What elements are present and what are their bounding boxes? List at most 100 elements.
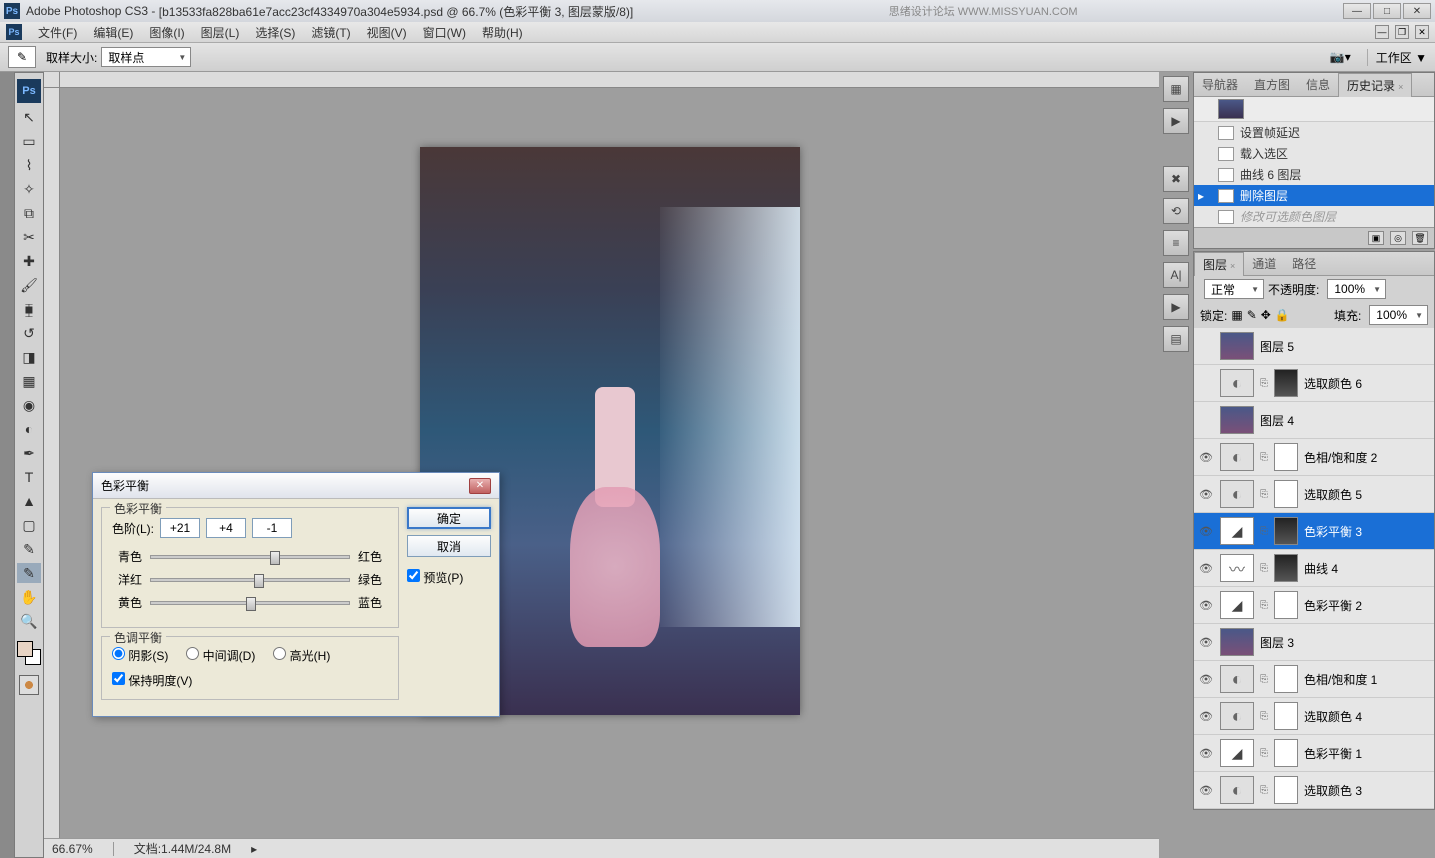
layer-thumb[interactable] (1220, 702, 1254, 730)
layer-name[interactable]: 色彩平衡 3 (1304, 523, 1362, 540)
layer-row[interactable]: 👁⎘曲线 4 (1194, 550, 1434, 587)
swatches-panel-icon[interactable]: ▶ (1163, 108, 1189, 134)
blur-tool[interactable]: ◉ (17, 395, 41, 415)
ok-button[interactable]: 确定 (407, 507, 491, 529)
layer-thumb[interactable] (1220, 591, 1254, 619)
layer-mask-thumb[interactable] (1274, 739, 1298, 767)
quick-mask-toggle[interactable] (19, 675, 39, 695)
tone-radio[interactable]: 中间调(D) (186, 647, 255, 664)
shape-tool[interactable]: ▢ (17, 515, 41, 535)
new-snapshot-icon[interactable]: ◎ (1390, 231, 1406, 245)
layer-name[interactable]: 选取颜色 5 (1304, 486, 1362, 503)
layer-thumb[interactable] (1220, 406, 1254, 434)
layer-row[interactable]: 👁⎘选取颜色 3 (1194, 772, 1434, 809)
layer-name[interactable]: 色彩平衡 1 (1304, 745, 1362, 762)
color-slider[interactable] (150, 578, 350, 582)
brushes-panel-icon[interactable]: ⟲ (1163, 198, 1189, 224)
menu-item[interactable]: 文件(F) (30, 22, 85, 43)
blend-mode-dropdown[interactable]: 正常 (1204, 279, 1264, 299)
zoom-tool[interactable]: 🔍 (17, 611, 41, 631)
visibility-toggle[interactable]: 👁 (1198, 782, 1214, 798)
layer-row[interactable]: 👁⎘选取颜色 4 (1194, 698, 1434, 735)
layer-thumb[interactable] (1220, 480, 1254, 508)
left-dock-strip[interactable] (0, 72, 14, 858)
visibility-toggle[interactable] (1198, 375, 1214, 391)
menu-item[interactable]: 滤镜(T) (303, 22, 358, 43)
history-state[interactable]: ▸删除图层 (1194, 185, 1434, 206)
layer-thumb[interactable] (1220, 369, 1254, 397)
actions-panel-icon[interactable]: ▶ (1163, 294, 1189, 320)
layer-thumb[interactable] (1220, 517, 1254, 545)
panel-tab[interactable]: 信息 (1298, 73, 1338, 96)
layer-mask-thumb[interactable] (1274, 369, 1298, 397)
preserve-luminosity-checkbox[interactable]: 保持明度(V) (112, 674, 192, 688)
tone-radio[interactable]: 阴影(S) (112, 647, 168, 664)
layer-mask-thumb[interactable] (1274, 702, 1298, 730)
visibility-toggle[interactable] (1198, 338, 1214, 354)
cancel-button[interactable]: 取消 (407, 535, 491, 557)
layer-row[interactable]: 👁⎘色相/饱和度 1 (1194, 661, 1434, 698)
visibility-toggle[interactable]: 👁 (1198, 486, 1214, 502)
layer-row[interactable]: 👁⎘色彩平衡 2 (1194, 587, 1434, 624)
history-state[interactable]: 设置帧延迟 (1194, 122, 1434, 143)
layer-row[interactable]: ⎘选取颜色 6 (1194, 365, 1434, 402)
menu-item[interactable]: 窗口(W) (415, 22, 474, 43)
stamp-tool[interactable]: ⧯ (17, 299, 41, 319)
character-panel-icon[interactable]: A| (1163, 262, 1189, 288)
new-doc-from-state-icon[interactable]: ▣ (1368, 231, 1384, 245)
marquee-tool[interactable]: ▭ (17, 131, 41, 151)
visibility-toggle[interactable]: 👁 (1198, 708, 1214, 724)
visibility-toggle[interactable]: 👁 (1198, 745, 1214, 761)
lasso-tool[interactable]: ⌇ (17, 155, 41, 175)
layer-mask-thumb[interactable] (1274, 776, 1298, 804)
layer-comps-panel-icon[interactable]: ▤ (1163, 326, 1189, 352)
layer-name[interactable]: 色彩平衡 2 (1304, 597, 1362, 614)
layer-mask-thumb[interactable] (1274, 665, 1298, 693)
layer-row[interactable]: 👁图层 3 (1194, 624, 1434, 661)
gradient-tool[interactable]: ▦ (17, 371, 41, 391)
layer-row[interactable]: 👁⎘色相/饱和度 2 (1194, 439, 1434, 476)
layer-thumb[interactable] (1220, 628, 1254, 656)
clone-source-panel-icon[interactable]: ≡ (1163, 230, 1189, 256)
path-select-tool[interactable]: ▲ (17, 491, 41, 511)
panel-tab[interactable]: 导航器 (1194, 73, 1246, 96)
ruler-vertical[interactable] (44, 88, 60, 858)
tool-preset-panel-icon[interactable]: ✖ (1163, 166, 1189, 192)
dodge-tool[interactable]: ◐ (17, 419, 41, 439)
layer-mask-thumb[interactable] (1274, 517, 1298, 545)
minimize-button[interactable]: — (1343, 3, 1371, 19)
layer-mask-thumb[interactable] (1274, 443, 1298, 471)
slice-tool[interactable]: ✂ (17, 227, 41, 247)
tone-radio[interactable]: 高光(H) (273, 647, 330, 664)
ruler-horizontal[interactable] (60, 72, 1159, 88)
layer-row[interactable]: 👁⎘选取颜色 5 (1194, 476, 1434, 513)
dialog-close-button[interactable]: ✕ (469, 478, 491, 494)
go-to-bridge-icon[interactable]: 📷▾ (1330, 50, 1351, 64)
eyedropper-tool[interactable]: ✎ (17, 563, 41, 583)
delete-state-icon[interactable]: 🗑 (1412, 231, 1428, 245)
lock-pixels-icon[interactable]: ✎ (1247, 308, 1257, 322)
maximize-button[interactable]: □ (1373, 3, 1401, 19)
level-magenta-green-input[interactable] (206, 518, 246, 538)
layer-row[interactable]: 图层 4 (1194, 402, 1434, 439)
history-state[interactable]: 曲线 6 图层 (1194, 164, 1434, 185)
sample-size-dropdown[interactable]: 取样点 (101, 47, 191, 67)
layer-thumb[interactable] (1220, 739, 1254, 767)
visibility-toggle[interactable]: 👁 (1198, 560, 1214, 576)
close-button[interactable]: ✕ (1403, 3, 1431, 19)
healing-tool[interactable]: ✚ (17, 251, 41, 271)
pen-tool[interactable]: ✒ (17, 443, 41, 463)
menu-item[interactable]: 图层(L) (193, 22, 248, 43)
lock-position-icon[interactable]: ✥ (1261, 308, 1271, 322)
color-panel-icon[interactable]: ▦ (1163, 76, 1189, 102)
layer-name[interactable]: 选取颜色 6 (1304, 375, 1362, 392)
preview-checkbox[interactable]: 预览(P) (407, 569, 491, 586)
layer-row[interactable]: 👁⎘色彩平衡 3 (1194, 513, 1434, 550)
layer-mask-thumb[interactable] (1274, 554, 1298, 582)
crop-tool[interactable]: ⧉ (17, 203, 41, 223)
doc-minimize-button[interactable]: — (1375, 25, 1389, 39)
lock-all-icon[interactable]: 🔒 (1275, 308, 1290, 322)
panel-tab[interactable]: 直方图 (1246, 73, 1298, 96)
layer-name[interactable]: 图层 4 (1260, 412, 1294, 429)
dialog-titlebar[interactable]: 色彩平衡 ✕ (93, 473, 499, 499)
